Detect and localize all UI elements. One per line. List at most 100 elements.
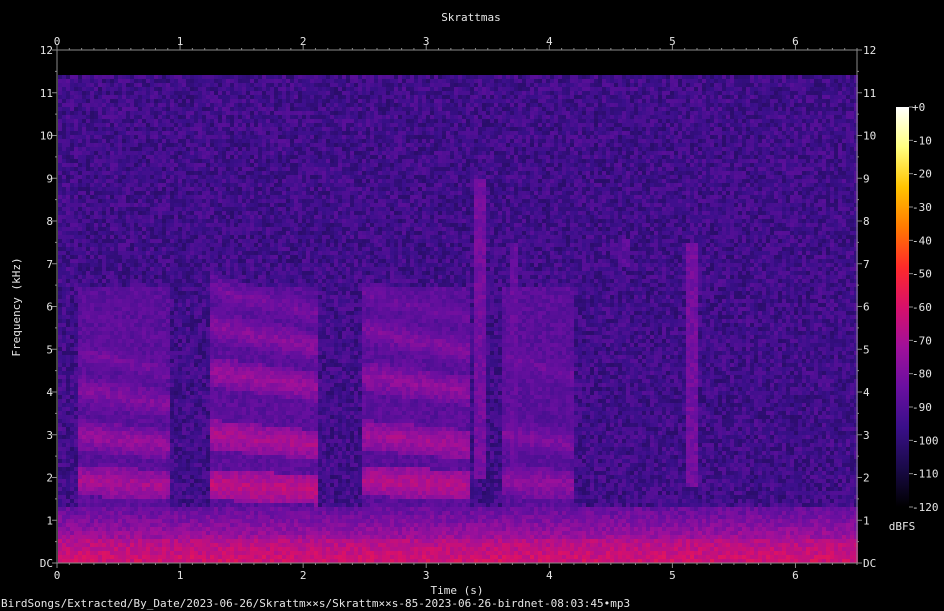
heatmap-cell [174,135,178,139]
heatmap-cell [74,367,78,371]
heatmap-cell [138,179,142,183]
heatmap-cell [94,431,98,435]
heatmap-cell [74,331,78,335]
heatmap-cell [110,555,114,559]
heatmap-cell [86,539,90,543]
heatmap-cell [202,559,206,563]
heatmap-cell [78,383,82,387]
heatmap-cell [182,467,186,471]
heatmap-cell [214,383,218,387]
heatmap-cell [138,91,142,95]
heatmap-cell [194,519,198,523]
heatmap-cell [178,255,182,259]
heatmap-cell [218,339,222,343]
heatmap-cell [146,335,150,339]
heatmap-cell [106,419,110,423]
heatmap-cell [150,531,154,535]
heatmap-cell [158,419,162,423]
heatmap-cell [198,499,202,503]
heatmap-cell [142,339,146,343]
heatmap-cell [126,387,130,391]
heatmap-cell [118,459,122,463]
heatmap-cell [170,275,174,279]
heatmap-cell [78,327,82,331]
heatmap-cell [70,251,74,255]
heatmap-cell [174,335,178,339]
heatmap-cell [78,559,82,563]
heatmap-cell [62,491,66,495]
heatmap-cell [114,87,118,91]
heatmap-cell [82,175,86,179]
heatmap-cell [142,267,146,271]
heatmap-cell [166,91,170,95]
heatmap-cell [166,467,170,471]
heatmap-cell [210,395,214,399]
heatmap-cell [170,91,174,95]
heatmap-cell [154,375,158,379]
heatmap-cell [210,471,214,475]
heatmap-cell [130,331,134,335]
heatmap-cell [66,127,70,131]
heatmap-cell [126,559,130,563]
heatmap-cell [118,451,122,455]
heatmap-cell [86,351,90,355]
heatmap-cell [206,483,210,487]
heatmap-cell [138,531,142,535]
heatmap-cell [214,447,218,451]
heatmap-cell [58,187,62,191]
heatmap-cell [174,143,178,147]
heatmap-cell [142,363,146,367]
heatmap-cell [170,463,174,467]
heatmap-cell [174,223,178,227]
heatmap-cell [186,243,190,247]
heatmap-cell [182,251,186,255]
heatmap-cell [206,531,210,535]
heatmap-cell [134,463,138,467]
heatmap-cell [194,195,198,199]
heatmap-cell [150,359,154,363]
heatmap-cell [94,375,98,379]
heatmap-cell [170,331,174,335]
heatmap-cell [134,279,138,283]
heatmap-cell [86,243,90,247]
heatmap-cell [130,371,134,375]
heatmap-cell [174,343,178,347]
heatmap-cell [154,131,158,135]
heatmap-cell [98,203,102,207]
heatmap-cell [174,219,178,223]
heatmap-cell [166,363,170,367]
heatmap-cell [170,343,174,347]
heatmap-cell [210,79,214,83]
heatmap-cell [98,507,102,511]
heatmap-cell [142,251,146,255]
heatmap-cell [78,547,82,551]
heatmap-cell [110,239,114,243]
heatmap-cell [198,75,202,79]
heatmap-cell [114,155,118,159]
heatmap-cell [162,511,166,515]
heatmap-cell [138,479,142,483]
heatmap-cell [134,479,138,483]
heatmap-cell [94,415,98,419]
heatmap-cell [174,491,178,495]
heatmap-cell [186,147,190,151]
heatmap-cell [174,431,178,435]
heatmap-cell [90,139,94,143]
heatmap-cell [146,487,150,491]
heatmap-cell [162,339,166,343]
heatmap-cell [62,103,66,107]
heatmap-cell [102,471,106,475]
heatmap-cell [110,119,114,123]
heatmap-cell [166,295,170,299]
heatmap-cell [134,343,138,347]
heatmap-cell [90,511,94,515]
heatmap-cell [94,163,98,167]
heatmap-cell [98,423,102,427]
heatmap-cell [82,123,86,127]
heatmap-cell [182,191,186,195]
heatmap-cell [206,335,210,339]
heatmap-cell [138,147,142,151]
heatmap-cell [74,343,78,347]
heatmap-cell [66,183,70,187]
heatmap-cell [110,159,114,163]
